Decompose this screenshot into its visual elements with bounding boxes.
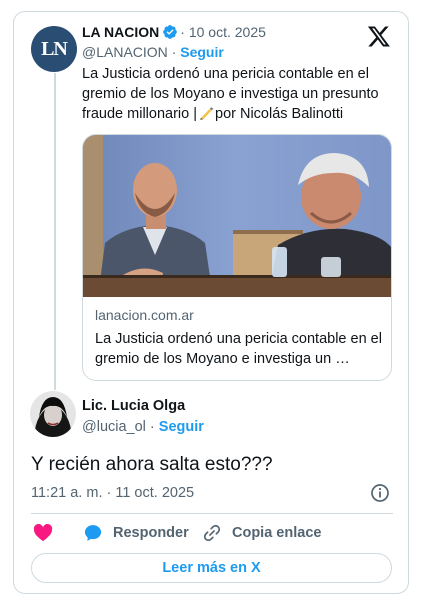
separator-dot: · <box>180 24 185 40</box>
link-title: La Justicia ordenó una pericia contable … <box>95 331 382 367</box>
reply-handle-row: @lucia_ol · Seguir <box>82 419 204 435</box>
reply-author-name[interactable]: Lic. Lucia Olga <box>82 398 185 414</box>
follow-button[interactable]: Seguir <box>159 419 204 435</box>
quoted-handle[interactable]: @LANACION <box>82 44 168 60</box>
action-bar: Responder Copia enlace <box>31 522 393 544</box>
like-button[interactable] <box>33 522 53 544</box>
info-icon[interactable] <box>370 483 390 503</box>
lanacion-avatar[interactable]: LN <box>31 26 77 72</box>
divider <box>31 513 393 514</box>
thread-line <box>54 73 56 390</box>
lucia-olga-avatar[interactable] <box>30 391 76 437</box>
article-photo <box>83 135 391 297</box>
quoted-tweet-text: La Justicia ordenó una pericia contable … <box>82 64 392 124</box>
avatar-initials: LN <box>41 37 68 60</box>
reply-button[interactable]: Responder <box>83 522 189 544</box>
heart-icon <box>33 524 53 542</box>
tweet-timestamp[interactable]: 11:21 a. m. · 11 oct. 2025 <box>31 485 194 501</box>
x-logo-icon[interactable] <box>367 24 391 48</box>
quoted-tweet-header: LA NACION · 10 oct. 2025 <box>82 24 266 41</box>
read-more-on-x-button[interactable]: Leer más en X <box>31 553 392 583</box>
quoted-handle-row: @LANACION · Seguir <box>82 44 224 61</box>
copy-link-label: Copia enlace <box>232 525 322 541</box>
avatar-image <box>30 391 76 437</box>
copy-link-button[interactable]: Copia enlace <box>202 522 321 544</box>
separator-dot: · <box>149 419 155 435</box>
reply-label: Responder <box>113 525 189 541</box>
verified-badge-icon <box>163 25 178 39</box>
follow-button[interactable]: Seguir <box>180 44 224 60</box>
reply-bubble-icon <box>84 525 102 541</box>
writing-hand-icon <box>200 107 214 120</box>
quoted-text-author: por Nicolás Balinotti <box>215 106 344 122</box>
reply-handle[interactable]: @lucia_ol <box>82 419 146 435</box>
link-icon <box>203 524 221 542</box>
quoted-author-name[interactable]: LA NACION <box>82 24 159 40</box>
quoted-date[interactable]: 10 oct. 2025 <box>189 24 266 40</box>
separator-dot: · <box>171 44 177 60</box>
link-preview-card[interactable]: lanacion.com.ar La Justicia ordenó una p… <box>82 134 392 381</box>
link-domain: lanacion.com.ar <box>95 307 194 323</box>
reply-tweet-text: Y recién ahora salta esto??? <box>31 454 273 475</box>
